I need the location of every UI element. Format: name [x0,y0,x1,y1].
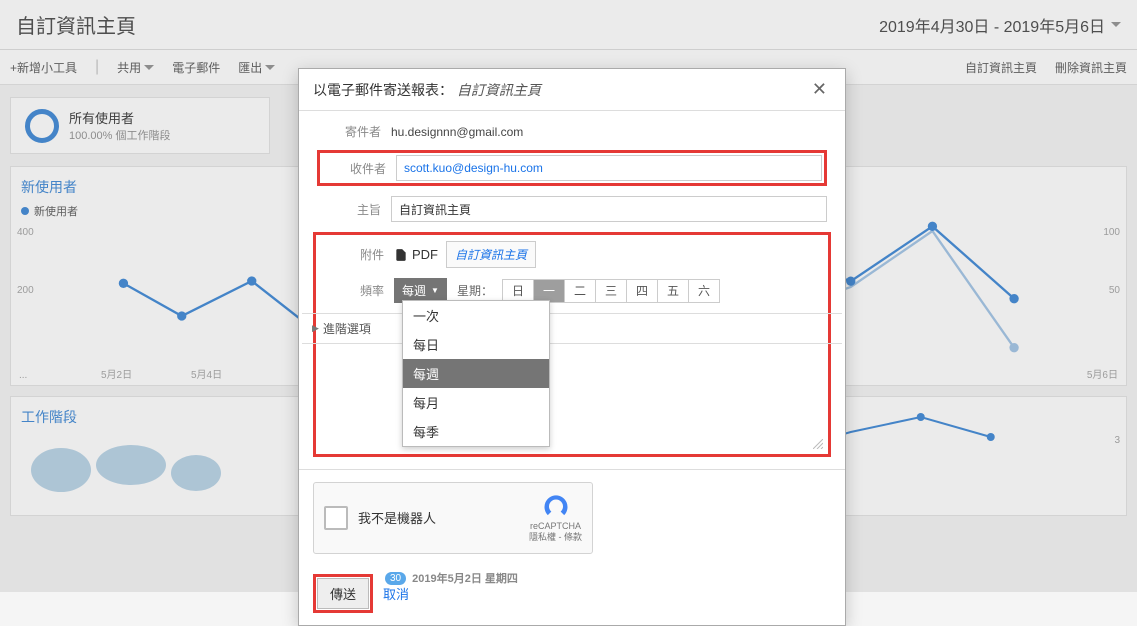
modal-body: 寄件者 hu.designnn@gmail.com 收件者 主旨 附件 PDF [299,111,845,469]
frequency-label: 頻率 [320,282,394,299]
attachment-chip[interactable]: 自訂資訊主頁 [446,241,536,268]
weekday-button[interactable]: 六 [688,279,720,303]
to-label: 收件者 [322,160,396,177]
frequency-option[interactable]: 每季 [403,417,549,446]
weekday-button[interactable]: 日 [502,279,534,303]
cancel-link[interactable]: 取消 [383,584,409,603]
highlight-recipient: 收件者 [317,150,827,186]
weekday-group: 日一二三四五六 [503,279,720,303]
message-textarea[interactable] [320,350,824,450]
recaptcha-label: 我不是機器人 [358,508,519,527]
frequency-option[interactable]: 一次 [403,301,549,330]
weekday-button[interactable]: 四 [626,279,658,303]
weekday-button[interactable]: 二 [564,279,596,303]
email-report-modal: 以電子郵件寄送報表： 自訂資訊主頁 ✕ 寄件者 hu.designnn@gmai… [298,68,846,626]
weekday-button[interactable]: 三 [595,279,627,303]
modal-footer-actions: 傳送 取消 [299,566,845,625]
badge: 30 [385,572,406,585]
frequency-option[interactable]: 每月 [403,388,549,417]
from-label: 寄件者 [317,123,391,140]
attach-label: 附件 [320,246,394,263]
send-button[interactable]: 傳送 [317,578,369,609]
weekday-button[interactable]: 一 [533,279,565,303]
highlight-attachment-frequency: 附件 PDF 自訂資訊主頁 頻率 每週 ▼ 星期： 日 [313,232,831,457]
weekday-button[interactable]: 五 [657,279,689,303]
timeline-snippet: 30 2019年5月2日 星期四 [385,570,518,586]
modal-recaptcha-row: 我不是機器人 reCAPTCHA 隱私權 - 條款 [299,469,845,566]
from-value: hu.designnn@gmail.com [391,125,523,139]
pdf-icon: PDF [394,247,438,262]
frequency-option[interactable]: 每日 [403,330,549,359]
frequency-dropdown: 一次每日每週每月每季 [402,300,550,447]
recaptcha-logo: reCAPTCHA 隱私權 - 條款 [529,493,582,543]
subject-label: 主旨 [317,201,391,218]
close-button[interactable]: ✕ [808,79,831,100]
subject-input[interactable] [391,196,827,222]
recipient-input[interactable] [396,155,822,181]
advanced-options-toggle[interactable]: ▶ 進階選項 [302,313,842,344]
weekday-label: 星期： [457,282,493,299]
modal-header: 以電子郵件寄送報表： 自訂資訊主頁 ✕ [299,69,845,111]
highlight-send: 傳送 [313,574,373,613]
recaptcha-widget[interactable]: 我不是機器人 reCAPTCHA 隱私權 - 條款 [313,482,593,554]
from-row: 寄件者 hu.designnn@gmail.com [317,123,827,140]
resize-handle-icon [813,439,823,449]
modal-title: 以電子郵件寄送報表： 自訂資訊主頁 [313,80,541,100]
triangle-right-icon: ▶ [312,323,319,334]
recaptcha-checkbox[interactable] [324,506,348,530]
frequency-option[interactable]: 每週 [403,359,549,388]
